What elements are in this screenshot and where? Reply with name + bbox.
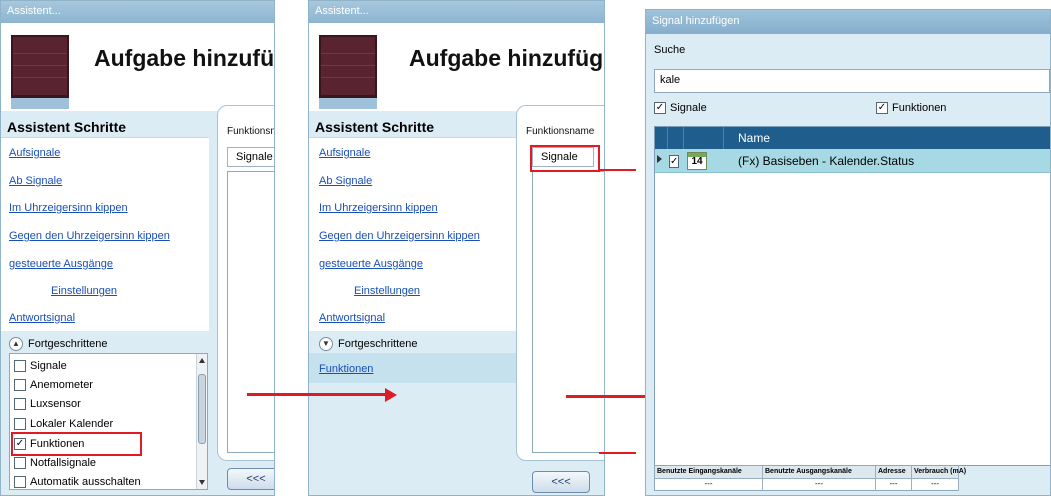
checkbox[interactable] bbox=[14, 457, 26, 469]
row-checkbox[interactable]: ✓ bbox=[669, 155, 680, 168]
page-title: Aufgabe hinzufügen bbox=[94, 45, 275, 71]
stats-value: --- bbox=[912, 479, 959, 491]
chevron-up-icon: ▲ bbox=[9, 337, 23, 351]
advanced-toggle[interactable]: ▲ Fortgeschrittene bbox=[9, 337, 107, 351]
add-signal-dialog: Signal hinzufügen Suche kale ✓ Signale ✓… bbox=[645, 9, 1051, 496]
filter-functions-label: Funktionen bbox=[892, 102, 947, 114]
checkbox[interactable] bbox=[14, 418, 26, 430]
scroll-thumb[interactable] bbox=[198, 374, 206, 444]
calendar-day: 14 bbox=[691, 156, 703, 167]
header-area: Aufgabe hinzufügen bbox=[309, 23, 604, 111]
list-item-label: Lokaler Kalender bbox=[30, 418, 114, 430]
list-item[interactable]: Automatik ausschalten bbox=[14, 476, 141, 488]
list-item-label: Anemometer bbox=[30, 379, 93, 391]
filter-functions[interactable]: ✓ Funktionen bbox=[876, 102, 946, 114]
checkbox[interactable] bbox=[14, 379, 26, 391]
list-item[interactable]: Signale bbox=[14, 360, 67, 372]
checkbox[interactable] bbox=[14, 476, 26, 488]
step-link-uhrzeigersinn[interactable]: Im Uhrzeigersinn kippen bbox=[319, 202, 438, 214]
step-link-ab-signale[interactable]: Ab Signale bbox=[319, 175, 372, 187]
steps-title: Assistent Schritte bbox=[315, 119, 435, 135]
filter-signals-label: Signale bbox=[670, 102, 707, 114]
list-item-label: Signale bbox=[30, 360, 67, 372]
chevron-down-icon: ▼ bbox=[319, 337, 333, 351]
signal-grid: Name ✓ 14 (Fx) Basiseben - Kalender.Stat… bbox=[654, 126, 1050, 466]
back-button[interactable]: <<< bbox=[227, 468, 274, 490]
tab-signale[interactable]: Signale bbox=[227, 147, 274, 167]
advanced-label: Fortgeschrittene bbox=[28, 338, 108, 350]
grid-header: Name bbox=[655, 127, 1050, 149]
stats-header: Benutzte Eingangskanäle bbox=[655, 466, 763, 479]
advanced-options-list: Signale Anemometer Luxsensor Lokaler Kal… bbox=[9, 353, 208, 490]
wizard-window-2: Assistent... Aufgabe hinzufügen Assisten… bbox=[308, 0, 605, 496]
list-item[interactable]: Anemometer bbox=[14, 379, 93, 391]
advanced-label: Fortgeschrittene bbox=[338, 338, 418, 350]
checkbox-checked[interactable]: ✓ bbox=[654, 102, 666, 114]
stats-value: --- bbox=[763, 479, 876, 491]
arrow-1-head bbox=[385, 388, 397, 402]
calendar-icon: 14 bbox=[687, 152, 707, 170]
step-link-einstellungen[interactable]: Einstellungen bbox=[51, 285, 117, 297]
filter-signals[interactable]: ✓ Signale bbox=[654, 102, 707, 114]
stats-header: Adresse bbox=[876, 466, 912, 479]
list-item-label: Notfallsignale bbox=[30, 457, 97, 469]
wizard-window-1: Assistent... Aufgabe hinzufügen Assisten… bbox=[0, 0, 275, 496]
step-link-funktionen[interactable]: Funktionen bbox=[319, 363, 373, 375]
signal-list-box bbox=[532, 171, 604, 453]
checkbox[interactable] bbox=[14, 360, 26, 372]
list-item[interactable]: Notfallsignale bbox=[14, 457, 96, 469]
arrow-1-line bbox=[247, 393, 387, 396]
step-link-aufsignale[interactable]: Aufsignale bbox=[9, 147, 60, 159]
row-expander-icon[interactable] bbox=[657, 155, 662, 163]
row-name: (Fx) Basiseben - Kalender.Status bbox=[738, 154, 915, 168]
step-link-ab-signale[interactable]: Ab Signale bbox=[9, 175, 62, 187]
step-link-gegen-uhrzeigersinn[interactable]: Gegen den Uhrzeigersinn kippen bbox=[319, 230, 480, 242]
roller-blind-icon bbox=[319, 35, 377, 109]
stats-header: Verbrauch (mA) bbox=[912, 466, 966, 479]
stats-value: --- bbox=[876, 479, 912, 491]
list-item-label: Automatik ausschalten bbox=[30, 476, 141, 488]
stats-value: --- bbox=[655, 479, 763, 491]
highlight-signale-tab bbox=[530, 145, 600, 172]
step-link-aufsignale[interactable]: Aufsignale bbox=[319, 147, 370, 159]
stats-header: Benutzte Ausgangskanäle bbox=[763, 466, 876, 479]
advanced-toggle[interactable]: ▼ Fortgeschrittene bbox=[319, 337, 417, 351]
function-name-label: Funktionsname bbox=[526, 126, 595, 137]
step-link-einstellungen[interactable]: Einstellungen bbox=[354, 285, 420, 297]
vertical-scrollbar[interactable] bbox=[196, 354, 207, 489]
step-link-antwortsignal[interactable]: Antwortsignal bbox=[319, 312, 385, 324]
step-link-uhrzeigersinn[interactable]: Im Uhrzeigersinn kippen bbox=[9, 202, 128, 214]
connector-line-bottom bbox=[599, 452, 636, 454]
search-input[interactable]: kale bbox=[654, 69, 1050, 93]
back-button[interactable]: <<< bbox=[532, 471, 590, 493]
checkbox-checked[interactable]: ✓ bbox=[876, 102, 888, 114]
step-link-antwortsignal[interactable]: Antwortsignal bbox=[9, 312, 75, 324]
column-name-header[interactable]: Name bbox=[738, 131, 770, 145]
list-item[interactable]: Lokaler Kalender bbox=[14, 418, 113, 430]
step-link-ausgaenge[interactable]: gesteuerte Ausgänge bbox=[319, 258, 423, 270]
highlight-funktionen-checkbox bbox=[11, 432, 142, 456]
function-name-label: Funktionsname bbox=[227, 126, 274, 137]
connector-line-top bbox=[599, 169, 636, 171]
list-item[interactable]: Luxsensor bbox=[14, 398, 81, 410]
signal-list-box bbox=[227, 171, 274, 453]
stats-table: Benutzte Eingangskanäle Benutzte Ausgang… bbox=[654, 465, 966, 491]
roller-blind-icon bbox=[11, 35, 69, 109]
window-title: Assistent... bbox=[1, 1, 274, 23]
dialog-title: Signal hinzufügen bbox=[646, 10, 1050, 34]
list-item-label: Luxsensor bbox=[30, 398, 81, 410]
header-area: Aufgabe hinzufügen bbox=[1, 23, 274, 111]
table-row[interactable]: ✓ 14 (Fx) Basiseben - Kalender.Status bbox=[655, 149, 1050, 173]
step-link-gegen-uhrzeigersinn[interactable]: Gegen den Uhrzeigersinn kippen bbox=[9, 230, 170, 242]
steps-title: Assistent Schritte bbox=[7, 119, 127, 135]
window-title: Assistent... bbox=[309, 1, 604, 23]
page-title: Aufgabe hinzufügen bbox=[409, 45, 604, 71]
checkbox[interactable] bbox=[14, 398, 26, 410]
search-label: Suche bbox=[654, 44, 686, 56]
step-link-ausgaenge[interactable]: gesteuerte Ausgänge bbox=[9, 258, 113, 270]
